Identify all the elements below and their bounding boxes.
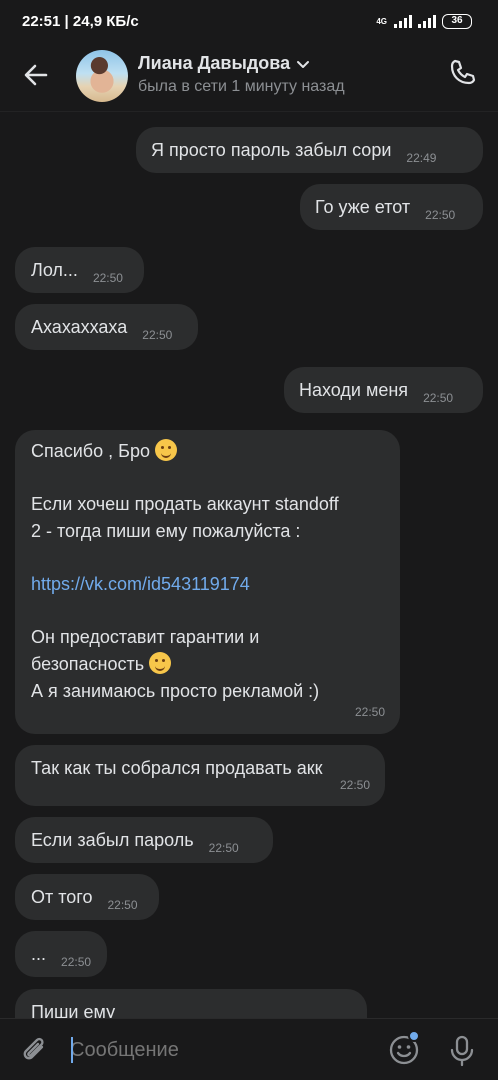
message-text: Я просто пароль забыл сори xyxy=(151,140,392,160)
message-line: Спасибо , Бро xyxy=(31,438,400,465)
message-text: ... xyxy=(31,944,47,964)
message-line: 2 - тогда пиши ему пожалуйста : xyxy=(31,521,301,541)
chat-header: Лиана Давыдова была в сети 1 минуту наза… xyxy=(0,44,498,112)
paperclip-icon[interactable] xyxy=(20,1035,50,1067)
chevron-down-icon xyxy=(297,60,310,68)
microphone-icon[interactable] xyxy=(448,1034,476,1068)
message-line: А я занимаюсь просто рекламой :) xyxy=(31,681,320,701)
status-time-speed: 22:51 | 24,9 КБ/с xyxy=(22,13,139,30)
contact-name: Лиана Давыдова xyxy=(138,53,291,73)
message-text: От того xyxy=(31,887,93,907)
message-composer xyxy=(0,1018,498,1080)
message-time: 22:50 xyxy=(61,955,92,969)
message-time: 22:49 xyxy=(406,151,437,165)
message-time: 22:50 xyxy=(142,328,173,342)
message-time: 22:50 xyxy=(425,208,456,222)
message-time: 22:50 xyxy=(208,841,239,855)
message-incoming[interactable]: ... 22:50 xyxy=(15,931,107,977)
message-text: Го уже етот xyxy=(315,197,411,217)
cell-signal-icon xyxy=(394,15,412,28)
message-text: Лол... xyxy=(31,260,78,280)
message-incoming[interactable]: Если забыл пароль 22:50 xyxy=(15,817,273,863)
message-outgoing[interactable]: Находи меня 22:50 xyxy=(284,367,483,413)
status-bar: 22:51 | 24,9 КБ/с 4G 36 xyxy=(0,0,498,44)
message-incoming[interactable]: Лол... 22:50 xyxy=(15,247,144,293)
message-text: Ахахаххаха xyxy=(31,317,128,337)
winking-emoji-icon xyxy=(149,652,172,674)
last-seen-status: была в сети 1 минуту назад xyxy=(138,78,345,95)
network-type-label: 4G xyxy=(376,16,387,26)
message-text: Пиши ему xyxy=(31,1002,116,1018)
message-input[interactable] xyxy=(70,1033,370,1067)
status-icons: 4G 36 xyxy=(376,14,472,29)
message-incoming[interactable]: Так как ты собрался продавать акк 22:50 xyxy=(15,745,385,806)
contact-name-row[interactable]: Лиана Давыдова xyxy=(138,53,310,74)
message-time: 22:50 xyxy=(354,705,385,719)
message-time: 22:50 xyxy=(92,271,123,285)
back-arrow-icon[interactable] xyxy=(22,61,50,89)
message-time: 22:50 xyxy=(423,391,454,405)
notification-dot xyxy=(408,1030,420,1042)
cell-signal-2-icon xyxy=(418,15,436,28)
message-time: 22:50 xyxy=(339,778,370,792)
message-text: Так как ты собрался продавать акк xyxy=(31,758,323,778)
message-incoming-long[interactable]: Спасибо , Бро Если хочеш продать аккаунт… xyxy=(15,430,400,734)
message-list[interactable]: Я просто пароль забыл сори 22:49 Го уже … xyxy=(0,113,498,1018)
message-text: Если забыл пароль xyxy=(31,830,194,850)
message-outgoing[interactable]: Го уже етот 22:50 xyxy=(300,184,483,230)
message-line: Он предоставит гарантии и xyxy=(31,627,260,647)
avatar[interactable] xyxy=(76,50,128,102)
battery-icon: 36 xyxy=(442,14,472,29)
text-caret xyxy=(71,1037,73,1063)
message-text: Находи меня xyxy=(299,380,409,400)
message-line: безопасность xyxy=(31,651,400,678)
message-incoming[interactable]: Ахахаххаха 22:50 xyxy=(15,304,198,350)
message-outgoing[interactable]: Я просто пароль забыл сори 22:49 xyxy=(136,127,483,173)
phone-call-icon[interactable] xyxy=(446,57,478,89)
hugging-emoji-icon xyxy=(154,439,177,461)
message-incoming[interactable]: От того 22:50 xyxy=(15,874,159,920)
message-line: Если хочеш продать аккаунт standoff xyxy=(31,494,339,514)
profile-link[interactable]: https://vk.com/id543119174 xyxy=(31,571,400,598)
message-time: 22:50 xyxy=(107,898,138,912)
message-incoming[interactable]: Пиши ему xyxy=(15,989,367,1018)
